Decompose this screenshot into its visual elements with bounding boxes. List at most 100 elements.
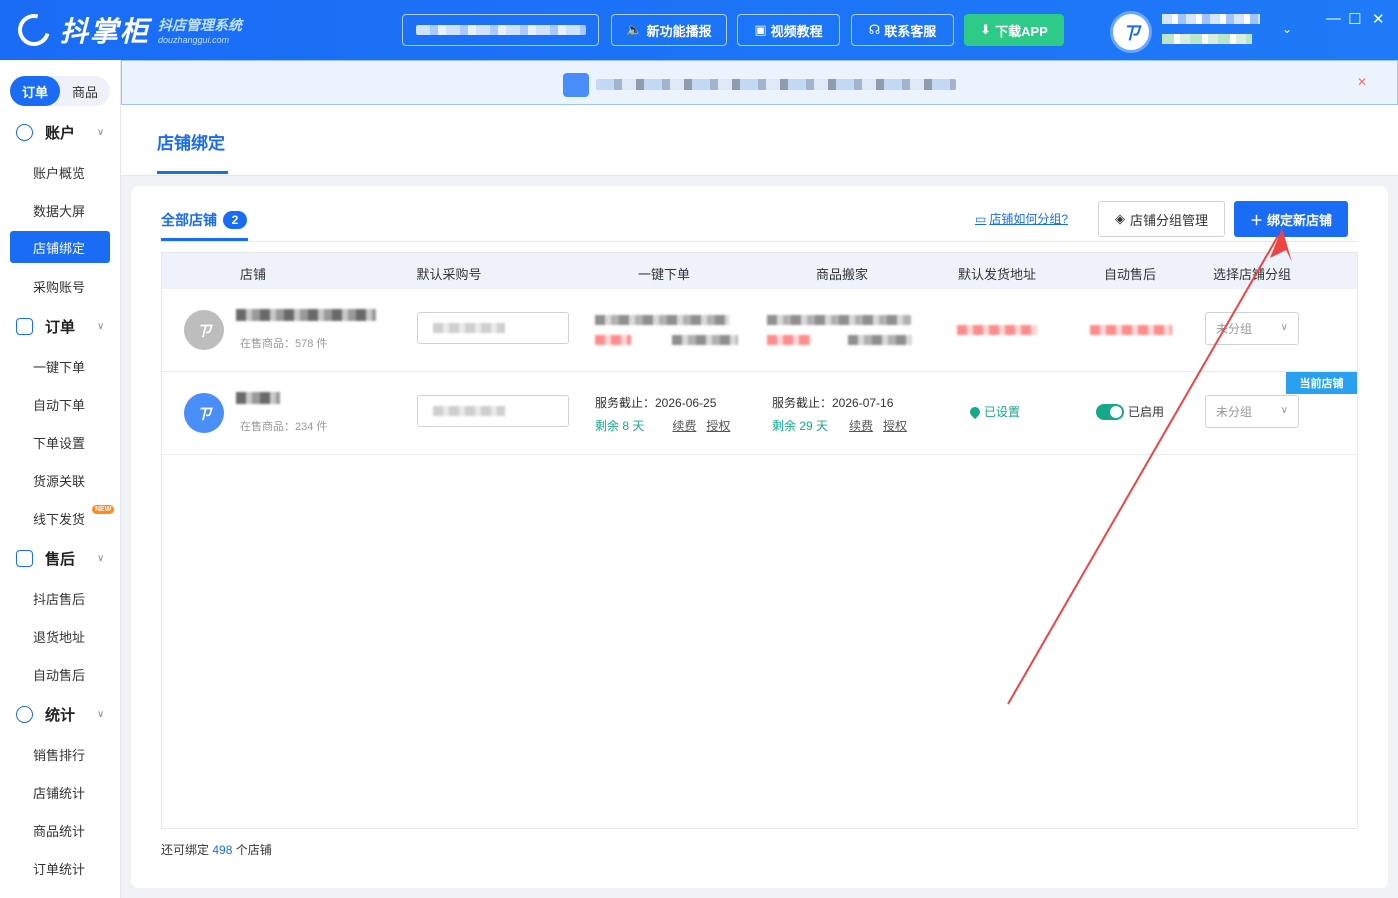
chevron-down-icon: ∨ (97, 126, 105, 138)
bind-new-shop-button[interactable]: ＋ 绑定新店铺 (1234, 201, 1348, 237)
new-features-button[interactable]: 🔈 新功能播报 (611, 14, 727, 46)
order-renew-link[interactable]: 续费 (672, 417, 696, 434)
chevron-down-icon: ∨ (1280, 405, 1288, 416)
sidebar-item-source-link[interactable]: 货源关联 (10, 464, 110, 496)
chevron-down-icon: ∨ (97, 552, 105, 564)
notice-bar: ✕ (121, 60, 1398, 105)
account-icon (16, 123, 33, 141)
logo-mark-icon (12, 8, 56, 52)
order-remaining-days: 剩余 8 天 (595, 419, 645, 433)
video-tutorial-button[interactable]: ▣ 视频教程 (737, 14, 840, 46)
aftersale-icon (16, 549, 33, 567)
sidebar-group-orders[interactable]: 订单 ∨ (0, 311, 120, 341)
auto-aftersale-info (1090, 325, 1172, 335)
sidebar-group-aftersale[interactable]: 售后 ∨ (0, 543, 120, 573)
tab-all-shops[interactable]: 全部店铺 2 (161, 210, 247, 230)
tab-divider (161, 241, 1358, 242)
download-app-button[interactable]: ⬇ 下载APP (964, 14, 1064, 46)
contact-support-button[interactable]: ☊ 联系客服 (851, 14, 954, 46)
auto-aftersale-toggle[interactable] (1096, 404, 1124, 420)
book-icon: ▭ (975, 211, 987, 226)
app-subtitle: 抖店管理系统 (158, 17, 243, 33)
order-service-info (595, 315, 729, 325)
column-header-shipping-address: 默认发货地址 (957, 267, 1037, 282)
close-icon[interactable]: ✕ (1357, 75, 1367, 89)
sidebar-item-offline-shipping[interactable]: 线下发货 NEW (10, 502, 115, 534)
chevron-down-icon: ∨ (97, 708, 105, 720)
column-header-shop-group: 选择店铺分组 (1212, 267, 1292, 282)
sidebar-item-order-settings[interactable]: 下单设置 (10, 426, 110, 458)
page-title: 店铺绑定 (157, 134, 225, 153)
bind-quota-text: 还可绑定 498 个店铺 (161, 843, 272, 857)
auto-aftersale-label: 已启用 (1128, 405, 1165, 419)
stats-icon (16, 705, 33, 723)
move-service-info (767, 315, 911, 325)
how-to-group-link[interactable]: ▭ 店铺如何分组? (975, 210, 1068, 227)
sidebar-item-data-screen[interactable]: 数据大屏 (10, 194, 110, 226)
top-bar: 抖掌柜 抖店管理系统 douzhanggui.com 🔈 新功能播报 ▣ 视频教… (0, 0, 1398, 60)
segment-orders[interactable]: 订单 (10, 76, 60, 106)
main-panel: 全部店铺 2 ▭ 店铺如何分组? ◈ 店铺分组管理 ＋ 绑定新店铺 店铺 默认采… (131, 186, 1388, 888)
sidebar-item-shop-stats[interactable]: 店铺统计 (10, 776, 110, 808)
user-info[interactable] (1162, 14, 1260, 44)
close-window-icon[interactable]: ✕ (1372, 10, 1385, 28)
shop-avatar: ㄗ (184, 393, 224, 433)
shop-search-button[interactable] (402, 14, 599, 46)
page-title-underline (157, 171, 228, 174)
app-logo: 抖掌柜 抖店管理系统 douzhanggui.com (12, 8, 243, 52)
sidebar-item-sales-ranking[interactable]: 销售排行 (10, 738, 110, 770)
shop-group-select[interactable]: 未分组 ∨ (1205, 395, 1299, 428)
minimize-icon[interactable]: — (1326, 10, 1341, 27)
mode-switch: 订单 商品 (10, 76, 110, 106)
sidebar-item-auto-aftersale[interactable]: 自动售后 (10, 658, 110, 690)
sidebar-item-shop-binding[interactable]: 店铺绑定 (10, 231, 110, 263)
column-header-purchase-account: 默认采购号 (416, 267, 482, 282)
sidebar-item-auto-order[interactable]: 自动下单 (10, 388, 110, 420)
shipping-address-status[interactable]: 已设置 (967, 403, 1020, 420)
chevron-down-icon[interactable]: ⌄ (1282, 22, 1292, 36)
sidebar-item-douyin-aftersale[interactable]: 抖店售后 (10, 582, 110, 614)
segment-products[interactable]: 商品 (60, 76, 110, 106)
sidebar-group-account[interactable]: 账户 ∨ (0, 117, 120, 147)
shipping-address-info (957, 325, 1037, 335)
move-renew-link[interactable]: 续费 (849, 417, 873, 434)
notice-text (596, 79, 956, 90)
column-header-shop: 店铺 (239, 267, 267, 282)
shop-name (236, 392, 280, 404)
move-remaining-days: 剩余 29 天 (772, 419, 829, 433)
location-pin-icon (967, 404, 983, 419)
new-badge: NEW (92, 505, 115, 514)
order-auth-link[interactable]: 授权 (706, 417, 730, 434)
purchase-account-field[interactable] (417, 395, 569, 427)
page-header: 店铺绑定 (121, 105, 1398, 176)
sidebar-item-order-stats[interactable]: 订单统计 (10, 852, 110, 884)
shop-group-select[interactable]: 未分组 ∨ (1205, 312, 1299, 345)
table-header: 店铺 默认采购号 一键下单 商品搬家 默认发货地址 自动售后 选择店铺分组 (162, 253, 1357, 289)
order-service-deadline: 服务截止：2026-06-25 (595, 396, 717, 410)
sidebar-item-account-overview[interactable]: 账户概览 (10, 156, 110, 188)
onsale-count: 在售商品：234 件 (240, 421, 328, 433)
maximize-icon[interactable]: ☐ (1348, 10, 1361, 28)
app-domain: douzhanggui.com (158, 35, 230, 45)
sidebar-item-purchase-account[interactable]: 采购账号 (10, 270, 110, 302)
download-icon: ⬇ (980, 22, 992, 37)
notice-icon (563, 73, 589, 97)
user-avatar[interactable]: ㄗ (1110, 11, 1152, 53)
column-header-auto-aftersale: 自动售后 (1103, 267, 1157, 282)
move-service-deadline: 服务截止：2026-07-16 (772, 396, 894, 410)
column-header-product-move: 商品搬家 (815, 267, 869, 282)
column-header-one-click-order: 一键下单 (637, 267, 691, 282)
shop-table: 店铺 默认采购号 一键下单 商品搬家 默认发货地址 自动售后 选择店铺分组 ㄗ … (161, 252, 1358, 829)
headset-icon: ☊ (868, 22, 881, 37)
move-auth-link[interactable]: 授权 (883, 417, 907, 434)
sidebar-item-product-stats[interactable]: 商品统计 (10, 814, 110, 846)
sidebar-item-one-click-order[interactable]: 一键下单 (10, 350, 110, 382)
sidebar: 订单 商品 账户 ∨ 账户概览 数据大屏 店铺绑定 采购账号 订单 ∨ 一键下单… (0, 60, 121, 898)
purchase-account-field[interactable] (417, 312, 569, 344)
app-title: 抖掌柜 (60, 16, 151, 47)
shop-group-manage-button[interactable]: ◈ 店铺分组管理 (1098, 201, 1225, 237)
sidebar-item-return-address[interactable]: 退货地址 (10, 620, 110, 652)
layers-icon: ◈ (1114, 211, 1125, 226)
sidebar-group-stats[interactable]: 统计 ∨ (0, 699, 120, 729)
shop-name (236, 309, 376, 321)
